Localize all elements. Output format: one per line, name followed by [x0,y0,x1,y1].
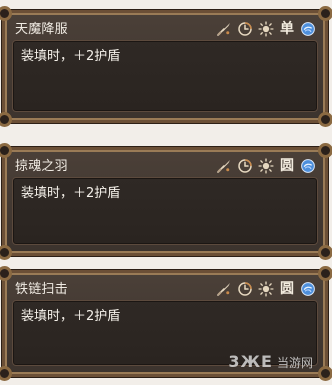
skill-icons: 单 [215,20,317,38]
corner-ornament [0,266,12,281]
corner-ornament [0,112,12,127]
corner-ornament [318,112,332,127]
watermark-brand: 3ЖE [228,352,273,371]
skill-title: 天魔降服 [15,21,68,37]
corner-ornament [318,366,332,381]
skill-header: 天魔降服 单 [15,19,317,39]
clock-icon [236,157,254,175]
skill-icons: 圆 [215,280,317,298]
skill-header: 铁链扫击 圆 [15,279,317,299]
corner-ornament [318,6,332,21]
sun-icon [257,280,275,298]
sword-icon [215,280,233,298]
sun-icon [257,157,275,175]
clock-icon [236,20,254,38]
corner-ornament [0,6,12,21]
skill-card-3[interactable]: 铁链扫击 圆 装填时，＋2护盾 3ЖE 当游网 [0,266,332,381]
skill-header: 掠魂之羽 圆 [15,156,317,176]
mode-badge: 圆 [280,158,294,174]
corner-ornament [0,366,12,381]
skill-description: 装填时，＋2护盾 [21,186,121,201]
skill-description: 装填时，＋2护盾 [21,49,121,64]
corner-ornament [318,245,332,260]
mode-badge: 单 [280,21,294,37]
skill-description-box: 装填时，＋2护盾 [12,177,318,245]
sun-icon [257,20,275,38]
sword-icon [215,157,233,175]
corner-ornament [318,143,332,158]
corner-ornament [0,245,12,260]
sword-icon [215,20,233,38]
blue-orb-icon [299,20,317,38]
blue-orb-icon [299,280,317,298]
skill-icons: 圆 [215,157,317,175]
clock-icon [236,280,254,298]
skill-card-2[interactable]: 掠魂之羽 圆 装填时，＋2护盾 [0,143,332,260]
skill-description-box: 装填时，＋2护盾 [12,40,318,112]
watermark-suffix: 当游网 [276,356,313,370]
site-watermark: 3ЖE 当游网 [228,354,313,370]
skill-title: 铁链扫击 [15,281,68,297]
blue-orb-icon [299,157,317,175]
corner-ornament [318,266,332,281]
skill-card-1[interactable]: 天魔降服 单 装填时，＋2护盾 [0,6,332,127]
skill-description: 装填时，＋2护盾 [21,309,121,324]
skill-title: 掠魂之羽 [15,158,68,174]
mode-badge: 圆 [280,281,294,297]
corner-ornament [0,143,12,158]
